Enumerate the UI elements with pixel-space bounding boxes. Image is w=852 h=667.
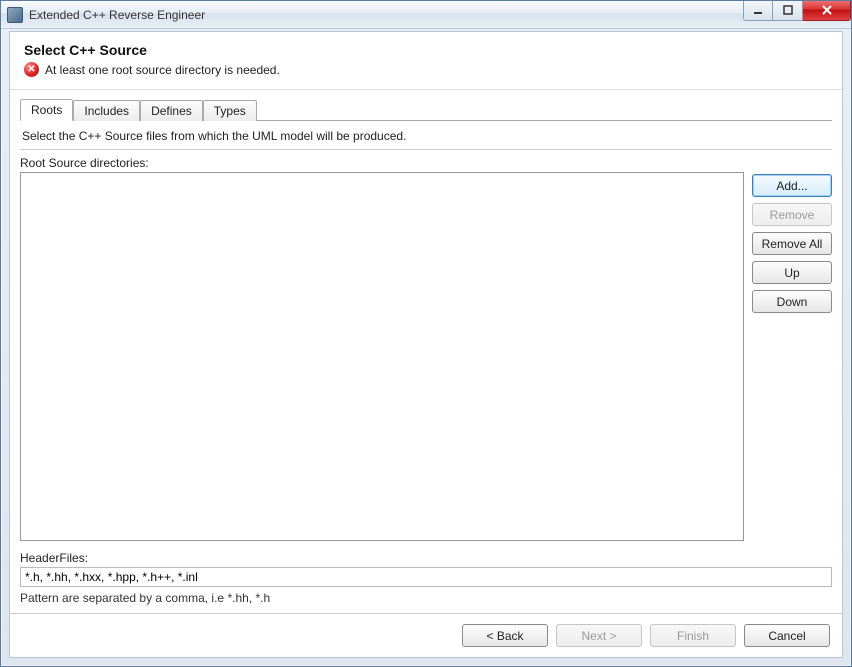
instruction-text: Select the C++ Source files from which t… [20,127,832,149]
header-files-label: HeaderFiles: [20,551,832,565]
separator [20,149,832,150]
finish-button-label: Finish [677,629,709,643]
page-title: Select C++ Source [24,42,828,58]
back-button[interactable]: < Back [462,624,548,647]
finish-button: Finish [650,624,736,647]
root-dirs-label: Root Source directories: [20,156,832,170]
add-button-label: Add... [776,179,807,193]
pattern-hint: Pattern are separated by a comma, i.e *.… [20,591,832,605]
error-icon: ✕ [24,62,39,77]
titlebar[interactable]: Extended C++ Reverse Engineer [1,1,851,29]
next-button: Next > [556,624,642,647]
error-text: At least one root source directory is ne… [45,63,280,77]
list-buttons: Add... Remove Remove All Up Down [752,172,832,541]
tab-roots-label: Roots [31,103,62,117]
window-controls [743,1,851,21]
wizard-footer: < Back Next > Finish Cancel [10,613,842,657]
tab-types[interactable]: Types [203,100,257,121]
tab-includes[interactable]: Includes [73,100,140,121]
header-files-input[interactable] [20,567,832,587]
error-row: ✕ At least one root source directory is … [24,62,828,77]
remove-button: Remove [752,203,832,226]
remove-button-label: Remove [770,208,815,222]
tab-defines[interactable]: Defines [140,100,203,121]
add-button[interactable]: Add... [752,174,832,197]
minimize-icon [753,5,763,15]
cancel-button[interactable]: Cancel [744,624,830,647]
maximize-icon [783,5,793,15]
up-button-label: Up [784,266,799,280]
root-directories-list[interactable] [20,172,744,541]
close-icon [821,5,833,15]
tab-defines-label: Defines [151,104,192,118]
window-title: Extended C++ Reverse Engineer [29,8,743,22]
tab-roots[interactable]: Roots [20,99,73,121]
close-button[interactable] [803,1,851,21]
tab-types-label: Types [214,104,246,118]
content-area: Select C++ Source ✕ At least one root so… [9,31,843,658]
down-button-label: Down [777,295,808,309]
remove-all-button[interactable]: Remove All [752,232,832,255]
down-button[interactable]: Down [752,290,832,313]
tab-strip: Roots Includes Defines Types [10,90,842,120]
up-button[interactable]: Up [752,261,832,284]
header-files-section: HeaderFiles: Pattern are separated by a … [20,551,832,605]
cancel-button-label: Cancel [768,629,805,643]
maximize-button[interactable] [773,1,803,21]
remove-all-button-label: Remove All [762,237,823,251]
next-button-label: Next > [581,629,616,643]
minimize-button[interactable] [743,1,773,21]
wizard-header: Select C++ Source ✕ At least one root so… [10,32,842,90]
tab-includes-label: Includes [84,104,129,118]
dialog-window: Extended C++ Reverse Engineer Select C++… [0,0,852,667]
roots-panel: Select the C++ Source files from which t… [20,120,832,605]
app-icon [7,7,23,23]
back-button-label: < Back [486,629,523,643]
roots-row: Add... Remove Remove All Up Down [20,172,832,541]
